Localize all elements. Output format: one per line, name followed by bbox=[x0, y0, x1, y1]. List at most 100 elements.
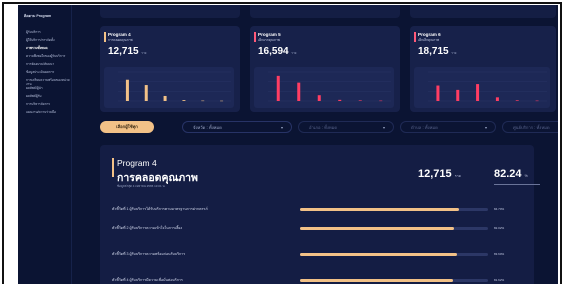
indicator-row: ตัวชี้วัดที่ 4 ผู้รับบริการมีความเชื่อมั… bbox=[112, 276, 532, 284]
frame-border-left bbox=[2, 2, 4, 284]
indicator-percent: 81.62% bbox=[494, 277, 505, 282]
chart-bar[interactable] bbox=[495, 97, 499, 101]
card-value-unit: ราย bbox=[291, 51, 297, 55]
chart-bar[interactable] bbox=[338, 99, 342, 101]
indicator-row: ตัวชี้วัดที่ 1 ผู้รับบริการได้รับบริการต… bbox=[112, 205, 532, 213]
indicator-row: ตัวชี้วัดที่ 2 ผู้รับบริการความเข้าใจในก… bbox=[112, 224, 532, 232]
dashboard-app: ติดตาม Program ผู้รับบริการผู้ให้บริการ/… bbox=[18, 5, 558, 284]
card-value-unit: ราย bbox=[451, 51, 457, 55]
bar-chart-svg bbox=[268, 71, 391, 102]
chart-bar[interactable] bbox=[201, 100, 205, 102]
screenshot-frame: ติดตาม Program ผู้รับบริการผู้ให้บริการ/… bbox=[0, 0, 566, 284]
previous-chart-strip bbox=[100, 5, 240, 18]
panel-updated-note: ข้อมูลล่าสุด 4 เมษายน 2565 13:01 น. bbox=[117, 184, 166, 188]
panel-score: 82.24 % bbox=[494, 168, 528, 180]
card-accent bbox=[104, 32, 106, 42]
chart-bar[interactable] bbox=[220, 100, 224, 102]
progress-fill bbox=[300, 227, 455, 230]
card-value-number: 16,594 bbox=[258, 46, 289, 57]
progress-fill bbox=[300, 208, 460, 211]
panel-count-value: 12,715 bbox=[418, 168, 452, 180]
indicator-percent: 83.60% bbox=[494, 251, 505, 256]
indicator-label: ตัวชี้วัดที่ 2 ผู้รับบริการความเข้าใจในก… bbox=[112, 226, 183, 230]
sidebar-item[interactable]: แผนงาน/ความร่วมมือ bbox=[26, 110, 70, 115]
panel-count: 12,715 ราย bbox=[418, 168, 461, 180]
chart-bar[interactable] bbox=[358, 100, 362, 101]
chart-bar[interactable] bbox=[379, 100, 383, 102]
program-card[interactable]: Program 6 เด็กเล็กคุณภาพ 18,715 ราย bbox=[410, 26, 556, 112]
program-detail-panel: Program 4 การคลอดคุณภาพ ข้อมูลล่าสุด 4 เ… bbox=[100, 145, 540, 284]
chevron-down-icon: ▾ bbox=[484, 125, 487, 130]
indicator-row: ตัวชี้วัดที่ 3 ผู้รับบริการความพร้อมก่อน… bbox=[112, 250, 532, 258]
card-value: 18,715 ราย bbox=[418, 46, 456, 57]
card-title: Program 6 bbox=[418, 32, 441, 37]
card-bar-chart bbox=[254, 67, 394, 108]
sidebar-item[interactable]: ผลลัพธ์ผู้รับ bbox=[26, 94, 70, 99]
card-value: 16,594 ราย bbox=[258, 46, 296, 57]
panel-count-unit: ราย bbox=[454, 174, 461, 178]
sidebar-item[interactable]: ภาพรวมทั้งหมด bbox=[26, 46, 70, 51]
card-subtitle: เด็กเล็กคุณภาพ bbox=[418, 38, 440, 42]
panel-title: Program 4 bbox=[117, 158, 157, 168]
chart-bar[interactable] bbox=[456, 89, 460, 101]
main-content: Program 4 การคลอดคุณภาพ 12,715 ราย Program … bbox=[72, 5, 558, 284]
bar-chart-svg bbox=[428, 71, 547, 102]
chart-bar[interactable] bbox=[515, 100, 519, 101]
card-bar-chart bbox=[414, 67, 550, 108]
card-accent bbox=[414, 32, 416, 42]
chart-bar[interactable] bbox=[182, 100, 186, 101]
select-all-button[interactable]: เลือกผู้ใช้ทุก bbox=[100, 121, 154, 133]
dropdown-value: ศูนย์บริการ : ทั้งหมด bbox=[513, 125, 550, 130]
sidebar-item[interactable]: ผู้รับบริการ bbox=[26, 30, 70, 35]
indicator-percent: 82.02% bbox=[494, 225, 505, 230]
chart-bar[interactable] bbox=[144, 85, 148, 101]
filter-dropdown[interactable]: จังหวัด : ทั้งหมด ▾ bbox=[182, 121, 292, 133]
chart-bar[interactable] bbox=[163, 95, 167, 101]
card-value-unit: ราย bbox=[141, 51, 147, 55]
chart-bar[interactable] bbox=[297, 82, 301, 101]
card-title: Program 5 bbox=[258, 32, 281, 37]
previous-chart-strip bbox=[410, 5, 556, 18]
dropdown-value: ตำบล : ทั้งหมด bbox=[411, 125, 438, 130]
chevron-down-icon: ▾ bbox=[280, 125, 283, 130]
progress-fill bbox=[300, 253, 458, 256]
progress-fill bbox=[300, 279, 454, 282]
sidebar: ติดตาม Program ผู้รับบริการผู้ให้บริการ/… bbox=[18, 5, 72, 284]
filter-dropdown[interactable]: ตำบล : ทั้งหมด ▾ bbox=[400, 121, 496, 133]
chart-bar[interactable] bbox=[476, 84, 480, 101]
filter-dropdown[interactable]: อำเภอ : ทั้งหมด ▾ bbox=[298, 121, 394, 133]
dropdown-value: จังหวัด : ทั้งหมด bbox=[193, 125, 222, 130]
program-card[interactable]: Program 5 เด็กแรกคุณภาพ 16,594 ราย bbox=[250, 26, 400, 112]
frame-border-top bbox=[2, 2, 562, 4]
indicator-label: ตัวชี้วัดที่ 3 ผู้รับบริการความพร้อมก่อน… bbox=[112, 252, 186, 256]
chevron-down-icon: ▾ bbox=[382, 125, 385, 130]
chart-bar[interactable] bbox=[535, 100, 539, 102]
sidebar-item[interactable]: การบริหารจัดการ bbox=[26, 102, 70, 107]
chart-bar[interactable] bbox=[436, 85, 440, 101]
sidebar-item[interactable]: ความพึงพอใจของผู้รับบริการ bbox=[26, 54, 70, 59]
chart-bar[interactable] bbox=[317, 95, 321, 101]
card-value-number: 12,715 bbox=[108, 46, 139, 57]
panel-score-value: 82.24 bbox=[494, 168, 522, 180]
sidebar-title: ติดตาม Program bbox=[24, 14, 52, 18]
sidebar-item[interactable]: ผลลัพธ์/ผู้นำ bbox=[26, 86, 70, 91]
program-card[interactable]: Program 4 การคลอดคุณภาพ 12,715 ราย bbox=[100, 26, 240, 112]
frame-border-right bbox=[560, 2, 562, 284]
indicator-label: ตัวชี้วัดที่ 4 ผู้รับบริการมีความเชื่อมั… bbox=[112, 278, 183, 282]
card-accent bbox=[254, 32, 256, 42]
chart-bar[interactable] bbox=[125, 79, 129, 101]
card-title: Program 4 bbox=[108, 32, 131, 37]
sidebar-item[interactable]: ข้อมูลประเมินผลการ bbox=[26, 70, 70, 75]
bar-chart-svg bbox=[118, 71, 231, 102]
sidebar-item[interactable]: การจัดอบรม/สัมมนา bbox=[26, 62, 70, 67]
progress-track bbox=[300, 208, 488, 211]
progress-track bbox=[300, 253, 488, 256]
panel-score-unit: % bbox=[524, 174, 528, 178]
progress-track bbox=[300, 279, 488, 282]
sidebar-item[interactable]: ผู้ให้บริการ/การจัดตั้ง bbox=[26, 38, 70, 43]
panel-score-underline bbox=[494, 184, 540, 185]
filter-bar: เลือกผู้ใช้ทุก จังหวัด : ทั้งหมด ▾ อำเภอ :… bbox=[100, 121, 558, 135]
panel-accent-bar bbox=[112, 158, 114, 177]
chart-bar[interactable] bbox=[276, 75, 280, 101]
filter-dropdown[interactable]: ศูนย์บริการ : ทั้งหมด▾ bbox=[502, 121, 558, 133]
